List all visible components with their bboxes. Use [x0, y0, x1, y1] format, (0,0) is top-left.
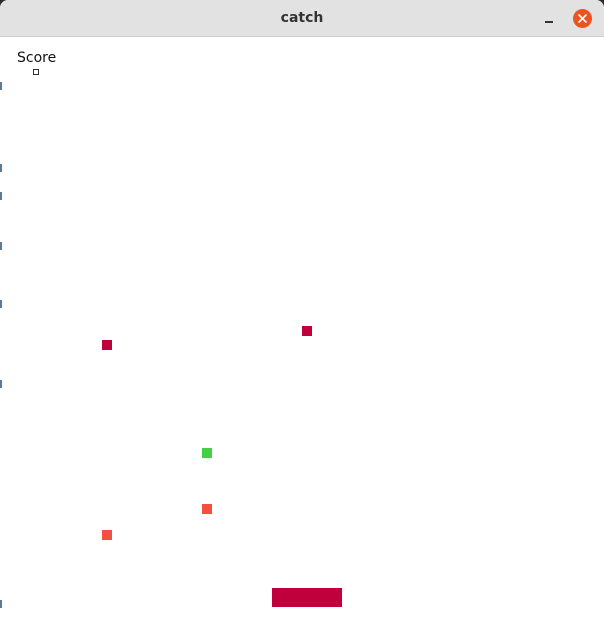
background-window-edge	[0, 192, 2, 200]
window-title: catch	[280, 10, 324, 26]
falling-block	[102, 340, 112, 350]
background-window-edge	[0, 242, 2, 250]
minimize-icon	[545, 21, 553, 23]
falling-block	[302, 326, 312, 336]
falling-block	[202, 448, 212, 458]
background-window-edge	[0, 380, 2, 388]
falling-block	[102, 530, 112, 540]
game-canvas[interactable]: Score	[0, 37, 604, 634]
minimize-button[interactable]	[539, 9, 559, 29]
background-window-edge	[0, 600, 2, 608]
app-window: catch Score	[0, 0, 604, 634]
background-window-edge	[0, 300, 2, 308]
background-window-edge	[0, 82, 2, 90]
catcher-paddle[interactable]	[272, 588, 342, 607]
background-window-edge	[0, 164, 2, 172]
falling-block	[202, 504, 212, 514]
close-button[interactable]	[573, 9, 592, 28]
score-value	[33, 69, 39, 75]
title-bar[interactable]: catch	[0, 0, 604, 37]
close-icon	[578, 14, 587, 23]
score-label: Score	[17, 50, 57, 66]
